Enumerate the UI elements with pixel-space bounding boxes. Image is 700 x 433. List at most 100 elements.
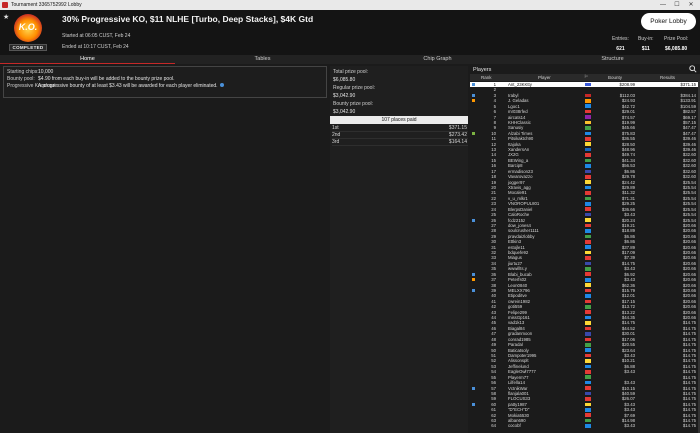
col-results[interactable]: Results [660, 75, 675, 80]
player-row[interactable]: 28 soulcrusher1111 $18.89 $20.66 [470, 228, 700, 233]
prizepool-stat: Prize Pool: $6,085.80 [664, 36, 688, 52]
player-row[interactable]: 6 mr038rfed $29.01 $82.57 [470, 109, 700, 114]
player-row[interactable]: 9 Sanusiy $45.66 $47.47 [470, 125, 700, 130]
player-row[interactable]: 16 Barcip8 $56.53 $32.60 [470, 163, 700, 168]
player-name: MELXX796 [508, 287, 530, 293]
player-row[interactable]: 29 pravdaizlobby $6.86 $20.66 [470, 234, 700, 239]
country-flag-icon [585, 288, 591, 293]
player-rank: 43 [491, 309, 496, 315]
player-row[interactable]: 45 vad1k13 $14.75 $14.75 [470, 320, 700, 325]
player-row[interactable]: 4 J. Geladas $24.93 $133.91 [470, 98, 700, 103]
player-row[interactable]: 63 alban690 $14.98 $14.75 [470, 418, 700, 423]
player-row[interactable]: 21 Mocale91 $11.32 $25.54 [470, 190, 700, 195]
player-row[interactable]: 7 aircats14 $74.57 $69.17 [470, 115, 700, 120]
player-row[interactable]: 39 MELXX796 $15.79 $20.66 [470, 288, 700, 293]
player-row[interactable]: 62 Mokia5530 $7.69 $14.75 [470, 413, 700, 418]
player-row[interactable]: 46 Biagal84 $44.52 $14.75 [470, 326, 700, 331]
player-row[interactable]: 22 v_u_mlkr1 $71.31 $25.54 [470, 196, 700, 201]
tab-structure[interactable]: Structure [525, 55, 700, 64]
player-status-icon [472, 392, 475, 395]
col-bounty[interactable]: Bounty [608, 75, 622, 80]
player-row[interactable]: 60 patty1987 $3.43 $14.75 [470, 402, 700, 407]
player-row[interactable]: 26 fcdz215z $20.24 $25.54 [470, 218, 700, 223]
player-row[interactable]: 36 Blabi_bucab $6.92 $20.66 [470, 272, 700, 277]
player-row[interactable]: 32 bdquefe92 $17.09 $20.66 [470, 250, 700, 255]
player-row[interactable]: 37 Peterfs02 $3.43 $20.66 [470, 277, 700, 282]
player-row[interactable]: 3 Irabyl $112.03 $384.14 [470, 93, 700, 98]
player-row[interactable]: 54 EagleOwl7777 $3.43 $14.75 [470, 369, 700, 374]
player-row[interactable]: 34 jiurtu27 $14.75 $20.66 [470, 261, 700, 266]
col-player[interactable]: Player [538, 75, 551, 80]
player-row[interactable]: 11 Pitsikaktch90 $36.55 $39.46 [470, 136, 700, 141]
player-row[interactable]: 50 Baticatsoly $23.64 $14.75 [470, 348, 700, 353]
info-icon[interactable] [219, 83, 224, 87]
player-row[interactable]: 61 "D"ECH"D" $3.43 $14.75 [470, 407, 700, 412]
player-row[interactable]: 20 Xtravis_agg $29.89 $25.54 [470, 185, 700, 190]
player-status-icon [472, 402, 475, 406]
player-row[interactable]: 38 Leon0840 $62.36 $20.66 [470, 283, 700, 288]
player-row[interactable]: 57 VctnikWar $10.15 $14.75 [470, 386, 700, 391]
country-flag-icon [585, 93, 591, 98]
col-rank[interactable]: Rank [481, 75, 492, 80]
player-name: Vavarovazzo [508, 174, 533, 180]
player-row[interactable]: 17 ermadison23 $6.86 $32.60 [470, 169, 700, 174]
player-row[interactable]: 42 goti559 $13.72 $20.66 [470, 304, 700, 309]
player-row[interactable]: 64 cocobf $3.43 $14.75 [470, 423, 700, 428]
player-row[interactable]: 56 Lilfella14 $3.43 $14.75 [470, 380, 700, 385]
tab-tables[interactable]: Tables [175, 55, 350, 64]
tab-chip-graph[interactable]: Chip Graph [350, 55, 525, 64]
player-bounty: $14.75 [621, 320, 635, 326]
player-bounty: $29.01 [621, 109, 635, 115]
player-row[interactable]: 14 JX2G $49.74 $32.60 [470, 152, 700, 157]
player-row[interactable]: 12 Itajoka $28.50 $39.46 [470, 142, 700, 147]
player-row[interactable]: 23 VNOROPUL801 $29.25 $25.54 [470, 201, 700, 206]
player-row[interactable]: 24 BlerpsDaniel $36.66 $25.54 [470, 207, 700, 212]
player-row[interactable]: 51 Dampoter1995 $3.43 $14.75 [470, 353, 700, 358]
player-row[interactable]: 1 Ant_23KKtty $208.99 $371.15 [470, 82, 700, 88]
player-row[interactable]: 5 Lgoc1 $42.72 $104.59 [470, 104, 700, 109]
player-row[interactable]: 27 dow_jones4 $19.21 $20.66 [470, 223, 700, 228]
player-row[interactable]: 25 CaloRoche $3.43 $25.54 [470, 212, 700, 217]
flag-column-icon[interactable]: ⚐ [584, 74, 588, 80]
player-bounty: $3.43 [624, 266, 635, 272]
maximize-button[interactable]: ☐ [672, 1, 682, 9]
player-row[interactable]: 44 missGp161 $44.35 $20.66 [470, 315, 700, 320]
country-flag-icon [585, 223, 591, 228]
player-row[interactable]: 33 Miagus $7.39 $20.66 [470, 255, 700, 260]
player-row[interactable]: 55 Playerm77 $14.75 [470, 375, 700, 380]
player-row[interactable]: 15 BEWing_a $41.34 $32.60 [470, 158, 700, 163]
poker-lobby-button[interactable]: Poker Lobby [641, 13, 696, 30]
player-row[interactable]: 2 [470, 87, 700, 92]
player-row[interactable]: 48 conrad1985 $17.06 $14.75 [470, 337, 700, 342]
close-button[interactable]: ✕ [686, 1, 696, 9]
player-row[interactable]: 47 gradanmoon $30.01 $14.75 [470, 331, 700, 336]
player-name: Mokia5530 [508, 412, 530, 418]
player-row[interactable]: 10 Alzabi Times $75.83 $47.47 [470, 131, 700, 136]
player-row[interactable]: 35 wwwillts.y $3.43 $20.66 [470, 266, 700, 271]
player-row[interactable]: 8 KHHClassic $19.99 $57.15 [470, 120, 700, 125]
player-row[interactable]: 49 Paradal $20.55 $14.75 [470, 342, 700, 347]
player-row[interactable]: 58 flanjala001 $40.59 $14.75 [470, 391, 700, 396]
player-row[interactable]: 53 Jeffinelund $6.88 $14.75 [470, 364, 700, 369]
player-rank: 37 [491, 277, 496, 283]
player-row[interactable]: 52 Alissonsplt $10.21 $14.75 [470, 358, 700, 363]
player-result: $32.60 [682, 163, 696, 169]
player-bounty: $7.69 [624, 412, 635, 418]
minimize-button[interactable]: — [658, 1, 668, 9]
tab-home[interactable]: Home [0, 55, 175, 64]
player-row[interactable]: 30 Ettkin3 $6.86 $20.66 [470, 239, 700, 244]
player-row[interactable]: 40 Etipoditve $12.01 $20.66 [470, 293, 700, 298]
search-icon[interactable] [689, 65, 697, 73]
player-row[interactable]: 31 estojle11 $37.89 $20.66 [470, 245, 700, 250]
country-flag-icon [585, 256, 591, 260]
player-row[interactable]: 13 XandersAn $48.96 $39.46 [470, 147, 700, 152]
player-row[interactable]: 59 FLOCUS33 $26.07 $14.75 [470, 396, 700, 401]
country-flag-icon [585, 272, 591, 277]
player-row[interactable]: 41 cwrein1982 $17.15 $20.66 [470, 299, 700, 304]
player-row[interactable]: 18 Vavarovazzo $29.78 $32.60 [470, 174, 700, 179]
player-rank: 11 [491, 136, 496, 142]
player-row[interactable]: 19 jogger97 $24.42 $25.54 [470, 180, 700, 185]
player-row[interactable]: 43 Felipe299 $13.22 $20.66 [470, 310, 700, 315]
player-bounty: $44.35 [621, 315, 635, 321]
player-status-icon [472, 262, 475, 265]
